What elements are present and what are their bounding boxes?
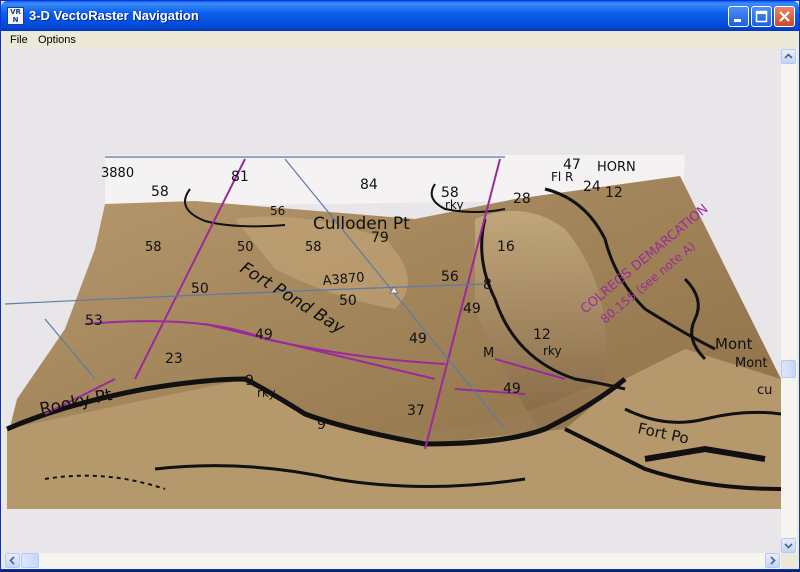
scrollbar-corner — [781, 553, 797, 569]
scroll-up-icon — [784, 53, 793, 59]
map-label: Mont — [715, 335, 753, 353]
map-label: 53 — [85, 313, 103, 329]
scroll-left-button[interactable] — [5, 553, 20, 568]
map-label: 9 — [317, 417, 326, 433]
map-label: Fl R — [551, 170, 573, 184]
close-button[interactable] — [774, 6, 795, 27]
map-label: 37 — [407, 403, 425, 419]
scroll-right-button[interactable] — [765, 553, 780, 568]
maximize-icon — [755, 10, 768, 23]
map-label: 28 — [513, 191, 531, 207]
maximize-button[interactable] — [751, 6, 772, 27]
window-title: 3-D VectoRaster Navigation — [29, 8, 199, 23]
app-window: VR N 3-D VectoRaster Navigation File Opt… — [0, 0, 800, 570]
map-label: Mont — [735, 356, 768, 371]
scroll-right-icon — [770, 556, 776, 565]
menu-bar: File Options — [1, 31, 799, 49]
app-icon[interactable]: VR N — [7, 7, 24, 25]
map-label: rky — [445, 198, 464, 212]
vertical-scroll-thumb[interactable] — [781, 360, 796, 378]
map-label: 16 — [497, 239, 515, 255]
map-label: HORN — [597, 160, 636, 175]
map-label: 49 — [409, 331, 427, 347]
scroll-down-button[interactable] — [781, 538, 796, 553]
map-label: 3880 — [101, 166, 134, 181]
map-label: 58 — [305, 240, 322, 255]
terrain-map[interactable]: COLREGS DEMARCATION 80.155 (see note A) … — [5, 49, 781, 553]
map-label: 12 — [605, 185, 623, 201]
map-label: rky — [543, 344, 562, 358]
3d-map-viewport[interactable]: COLREGS DEMARCATION 80.155 (see note A) … — [5, 49, 781, 553]
map-label: 58 — [145, 240, 162, 255]
menu-file[interactable]: File — [10, 34, 28, 46]
map-label: 58 — [151, 184, 169, 200]
map-label: 24 — [583, 179, 601, 195]
menu-options[interactable]: Options — [38, 34, 76, 46]
app-icon-bottom: N — [12, 16, 19, 24]
minimize-icon — [734, 19, 741, 22]
map-label: 84 — [360, 177, 378, 193]
map-label: rky — [257, 386, 276, 400]
map-label: 49 — [255, 327, 273, 343]
map-label: 8 — [483, 277, 492, 293]
map-label: 50 — [237, 240, 254, 255]
map-label: 56 — [441, 269, 459, 285]
map-label: 79 — [371, 230, 389, 246]
map-label: 81 — [231, 169, 249, 185]
horizontal-scroll-thumb[interactable] — [21, 553, 39, 568]
minimize-button[interactable] — [728, 6, 749, 27]
map-label: 9 — [245, 373, 254, 389]
vertical-scrollbar[interactable] — [781, 49, 797, 553]
app-icon-top: VR — [10, 8, 21, 16]
scroll-down-icon — [784, 543, 793, 549]
map-label: 23 — [165, 351, 183, 367]
map-label: 50 — [339, 293, 357, 309]
map-label: 49 — [463, 301, 481, 317]
map-label: 12 — [533, 327, 551, 343]
map-label: 50 — [191, 281, 209, 297]
close-icon — [779, 11, 790, 22]
map-label: Culloden Pt — [313, 214, 410, 234]
scroll-up-button[interactable] — [781, 49, 796, 64]
scroll-left-icon — [9, 556, 15, 565]
map-label: 56 — [270, 204, 285, 218]
horizontal-scrollbar[interactable] — [5, 553, 781, 569]
map-label: 49 — [503, 381, 521, 397]
title-bar[interactable]: VR N 3-D VectoRaster Navigation — [1, 1, 799, 31]
map-label: M — [483, 346, 494, 361]
map-label: cu — [757, 383, 772, 398]
